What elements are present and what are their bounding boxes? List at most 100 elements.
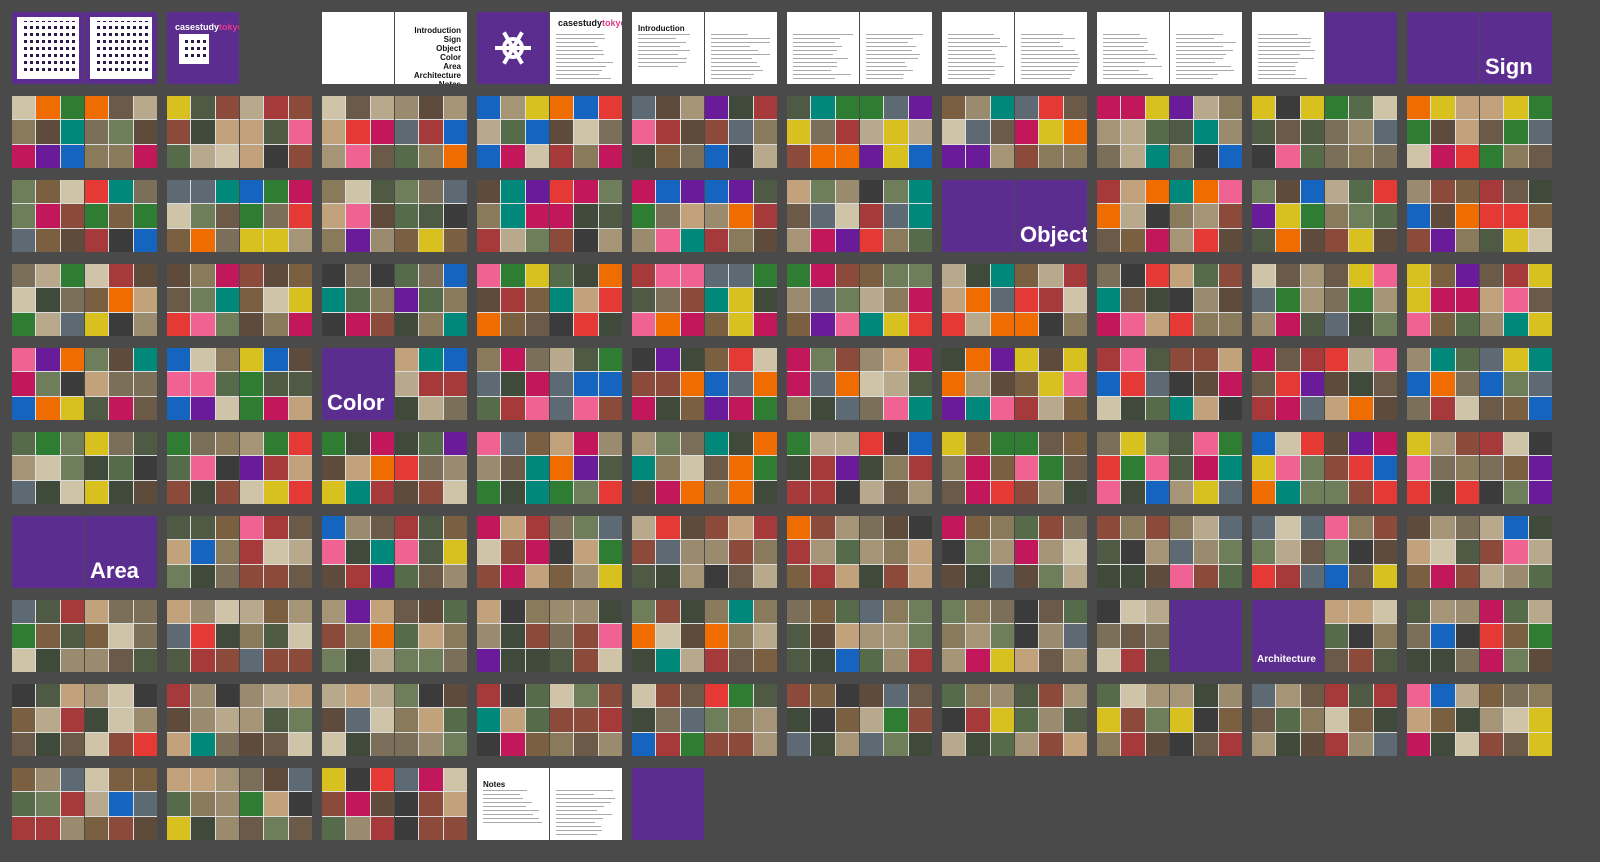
- qr-page[interactable]: [12, 12, 84, 84]
- photo-page[interactable]: [942, 96, 1014, 168]
- photo-page[interactable]: [1097, 264, 1169, 336]
- photo-page[interactable]: [1015, 432, 1087, 504]
- page-spread[interactable]: [787, 684, 932, 756]
- page-spread[interactable]: [787, 264, 932, 336]
- page-spread[interactable]: [632, 684, 777, 756]
- photo-page[interactable]: [12, 264, 84, 336]
- page-spread[interactable]: [167, 684, 312, 756]
- section-page-sign[interactable]: Sign: [1480, 12, 1552, 84]
- page-spread[interactable]: [1097, 600, 1242, 672]
- page-spread[interactable]: [167, 96, 312, 168]
- photo-page[interactable]: [1325, 348, 1397, 420]
- page-spread[interactable]: [1407, 348, 1552, 420]
- photo-page[interactable]: [322, 180, 394, 252]
- photo-page[interactable]: [632, 348, 704, 420]
- page-spread[interactable]: [632, 768, 704, 840]
- page-spread[interactable]: [787, 600, 932, 672]
- photo-page[interactable]: [1407, 348, 1479, 420]
- photo-page[interactable]: [1325, 180, 1397, 252]
- photo-page[interactable]: [1097, 96, 1169, 168]
- page-spread[interactable]: [322, 516, 467, 588]
- photo-page[interactable]: [1480, 516, 1552, 588]
- page-spread[interactable]: [787, 516, 932, 588]
- photo-page[interactable]: [1407, 96, 1479, 168]
- photo-page[interactable]: [942, 600, 1014, 672]
- qr-page[interactable]: casestudytokyo: [167, 12, 239, 84]
- photo-page[interactable]: [322, 600, 394, 672]
- text-page[interactable]: [1170, 12, 1242, 84]
- page-spread[interactable]: casestudytokyo: [167, 12, 239, 84]
- page-spread[interactable]: [477, 684, 622, 756]
- page-spread[interactable]: [1252, 348, 1397, 420]
- page-spread[interactable]: [632, 600, 777, 672]
- photo-page[interactable]: [240, 516, 312, 588]
- page-spread[interactable]: [632, 264, 777, 336]
- photo-page[interactable]: [1252, 516, 1324, 588]
- photo-page[interactable]: [240, 600, 312, 672]
- page-spread[interactable]: [1097, 180, 1242, 252]
- page-spread[interactable]: [1407, 516, 1552, 588]
- page-spread[interactable]: [942, 96, 1087, 168]
- qr-page[interactable]: [85, 12, 157, 84]
- page-spread[interactable]: [12, 348, 157, 420]
- photo-page[interactable]: [787, 684, 859, 756]
- photo-page[interactable]: [1325, 684, 1397, 756]
- photo-page[interactable]: [395, 516, 467, 588]
- photo-page[interactable]: [477, 96, 549, 168]
- page-spread[interactable]: [1407, 600, 1552, 672]
- photo-page[interactable]: [85, 768, 157, 840]
- photo-page[interactable]: [240, 96, 312, 168]
- photo-page[interactable]: [860, 348, 932, 420]
- photo-page[interactable]: [1252, 264, 1324, 336]
- page-spread[interactable]: [942, 264, 1087, 336]
- contents-page[interactable]: Introduction Sign Object Color Area Architect…: [395, 12, 467, 84]
- page-spread[interactable]: [632, 96, 777, 168]
- photo-page[interactable]: [322, 432, 394, 504]
- section-page-object[interactable]: Object: [1015, 180, 1087, 252]
- photo-page[interactable]: [1480, 180, 1552, 252]
- page-spread[interactable]: [1097, 516, 1242, 588]
- photo-page[interactable]: [632, 684, 704, 756]
- page-spread[interactable]: [632, 180, 777, 252]
- photo-page[interactable]: [860, 96, 932, 168]
- page-spread[interactable]: [1252, 96, 1397, 168]
- photo-page[interactable]: [1097, 180, 1169, 252]
- page-spread[interactable]: [12, 600, 157, 672]
- page-spread[interactable]: [167, 600, 312, 672]
- page-spread[interactable]: [322, 432, 467, 504]
- photo-page[interactable]: [1170, 348, 1242, 420]
- photo-page[interactable]: [1252, 96, 1324, 168]
- photo-page[interactable]: [1480, 348, 1552, 420]
- page-spread[interactable]: [1252, 516, 1397, 588]
- photo-page[interactable]: [1407, 516, 1479, 588]
- photo-page[interactable]: [705, 432, 777, 504]
- text-page[interactable]: [1252, 12, 1324, 84]
- photo-page[interactable]: [1015, 348, 1087, 420]
- photo-page[interactable]: [85, 348, 157, 420]
- text-page[interactable]: [1015, 12, 1087, 84]
- photo-page[interactable]: [240, 768, 312, 840]
- photo-page[interactable]: [12, 684, 84, 756]
- emblem-page[interactable]: [477, 12, 549, 84]
- photo-page[interactable]: [550, 180, 622, 252]
- photo-page[interactable]: [860, 516, 932, 588]
- photo-page[interactable]: [395, 768, 467, 840]
- purple-page[interactable]: [632, 768, 704, 840]
- photo-page[interactable]: [632, 96, 704, 168]
- page-spread[interactable]: [787, 348, 932, 420]
- photo-page[interactable]: [85, 180, 157, 252]
- page-spread[interactable]: [12, 180, 157, 252]
- photo-page[interactable]: [477, 432, 549, 504]
- page-spread[interactable]: [942, 684, 1087, 756]
- page-spread[interactable]: [942, 516, 1087, 588]
- page-spread[interactable]: [167, 348, 312, 420]
- photo-page[interactable]: [1252, 684, 1324, 756]
- text-page[interactable]: [860, 12, 932, 84]
- page-spread[interactable]: [1407, 432, 1552, 504]
- page-spread[interactable]: [167, 768, 312, 840]
- text-page[interactable]: [705, 12, 777, 84]
- purple-page[interactable]: [942, 180, 1014, 252]
- page-spread[interactable]: [787, 12, 932, 84]
- photo-page[interactable]: [477, 684, 549, 756]
- photo-page[interactable]: [632, 600, 704, 672]
